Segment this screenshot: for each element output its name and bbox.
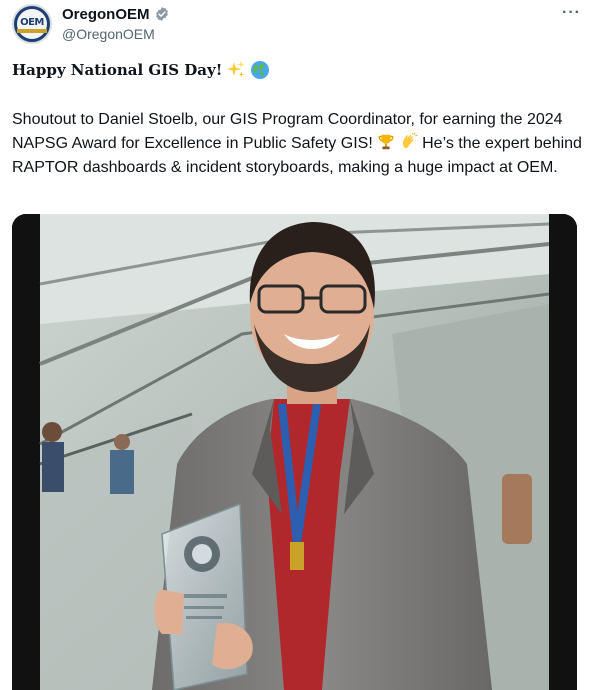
clapping-hands-icon <box>402 133 418 149</box>
avatar-band <box>17 29 47 33</box>
more-options-button[interactable]: ··· <box>562 4 581 22</box>
author-handle[interactable]: @OregonOEM <box>62 26 170 42</box>
display-name[interactable]: OregonOEM <box>62 6 150 23</box>
author-names: OregonOEM @OregonOEM <box>62 4 170 42</box>
post-title-line: Happy National GIS Day! <box>12 60 270 80</box>
globe-icon <box>251 61 270 79</box>
sparkles-icon <box>227 61 245 77</box>
avatar-logo-text: OEM <box>20 17 44 28</box>
trophy-icon <box>378 134 394 150</box>
post-header: OEM OregonOEM @OregonOEM ··· <box>12 4 587 48</box>
verified-badge-icon <box>155 7 168 21</box>
avatar[interactable]: OEM <box>12 4 52 44</box>
display-name-row: OregonOEM <box>62 4 170 24</box>
photo-illustration <box>12 214 577 690</box>
post-body: Shoutout to Daniel Stoelb, our GIS Progr… <box>12 108 582 180</box>
post-photo[interactable] <box>12 214 577 690</box>
post-title: Happy National GIS Day! <box>12 61 223 79</box>
